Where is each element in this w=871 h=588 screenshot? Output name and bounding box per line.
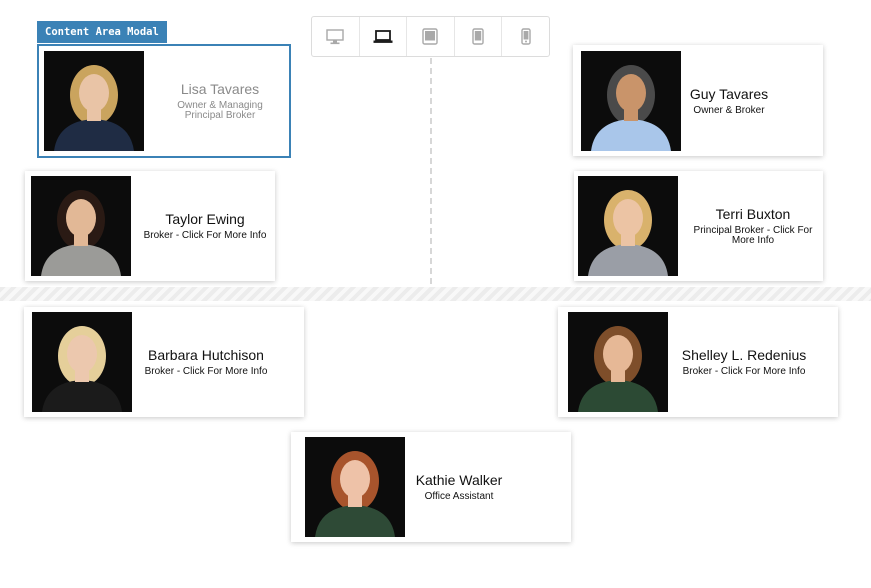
portrait-graphic	[578, 176, 678, 276]
laptop-icon	[373, 29, 393, 43]
person-name: Barbara Hutchison	[148, 347, 264, 363]
person-role: Principal Broker - Click For More Info	[693, 225, 813, 246]
laptop-view-button[interactable]	[360, 17, 408, 56]
portrait-graphic	[305, 437, 405, 537]
person-name: Lisa Tavares	[180, 81, 260, 97]
profile-photo	[305, 437, 405, 537]
profile-photo	[31, 176, 131, 276]
desktop-icon	[326, 28, 344, 44]
card-info: Kathie Walker Office Assistant	[409, 432, 509, 542]
portrait-graphic	[581, 51, 681, 151]
desktop-view-button[interactable]	[312, 17, 360, 56]
person-name: Terri Buxton	[715, 206, 791, 222]
team-card-kathie-walker[interactable]: Kathie Walker Office Assistant	[291, 432, 571, 542]
person-role: Owner & Managing Principal Broker	[177, 100, 263, 121]
profile-photo	[578, 176, 678, 276]
tablet-portrait-view-button[interactable]	[455, 17, 503, 56]
profile-photo	[32, 312, 132, 412]
person-name: Taylor Ewing	[165, 211, 245, 227]
tablet-portrait-icon	[472, 28, 484, 45]
person-role: Broker - Click For More Info	[143, 230, 267, 241]
card-info: Lisa Tavares Owner & Managing Principal …	[159, 46, 281, 156]
mobile-view-button[interactable]	[502, 17, 549, 56]
team-card-guy-tavares[interactable]: Guy Tavares Owner & Broker	[573, 45, 823, 156]
person-role: Broker - Click For More Info	[682, 366, 806, 377]
portrait-graphic	[32, 312, 132, 412]
card-info: Terri Buxton Principal Broker - Click Fo…	[688, 171, 818, 281]
person-name: Guy Tavares	[689, 85, 769, 102]
team-card-shelley-redenius[interactable]: Shelley L. Redenius Broker - Click For M…	[558, 307, 838, 417]
card-info: Taylor Ewing Broker - Click For More Inf…	[135, 171, 275, 281]
team-card-terri-buxton[interactable]: Terri Buxton Principal Broker - Click Fo…	[574, 171, 823, 281]
team-card-lisa-tavares[interactable]: Lisa Tavares Owner & Managing Principal …	[37, 44, 291, 158]
person-role: Office Assistant	[424, 491, 494, 502]
profile-photo	[44, 51, 144, 151]
center-guide-line	[430, 58, 432, 284]
tablet-landscape-view-button[interactable]	[407, 17, 455, 56]
card-info: Shelley L. Redenius Broker - Click For M…	[674, 307, 814, 417]
device-preview-toolbar	[311, 16, 550, 57]
team-card-barbara-hutchison[interactable]: Barbara Hutchison Broker - Click For Mor…	[24, 307, 304, 417]
portrait-graphic	[31, 176, 131, 276]
row-separator	[0, 287, 871, 301]
profile-photo	[568, 312, 668, 412]
portrait-graphic	[44, 51, 144, 151]
person-role: Broker - Click For More Info	[144, 366, 268, 377]
portrait-graphic	[568, 312, 668, 412]
profile-photo	[581, 51, 681, 151]
person-role: Owner & Broker	[693, 104, 765, 116]
card-info: Barbara Hutchison Broker - Click For Mor…	[140, 307, 272, 417]
tablet-landscape-icon	[422, 28, 439, 45]
mobile-icon	[520, 28, 531, 45]
person-name: Shelley L. Redenius	[681, 347, 807, 363]
content-area-modal-label[interactable]: Content Area Modal	[37, 21, 167, 43]
person-name: Kathie Walker	[415, 472, 503, 488]
card-info: Guy Tavares Owner & Broker	[685, 45, 773, 156]
team-card-taylor-ewing[interactable]: Taylor Ewing Broker - Click For More Inf…	[25, 171, 275, 281]
